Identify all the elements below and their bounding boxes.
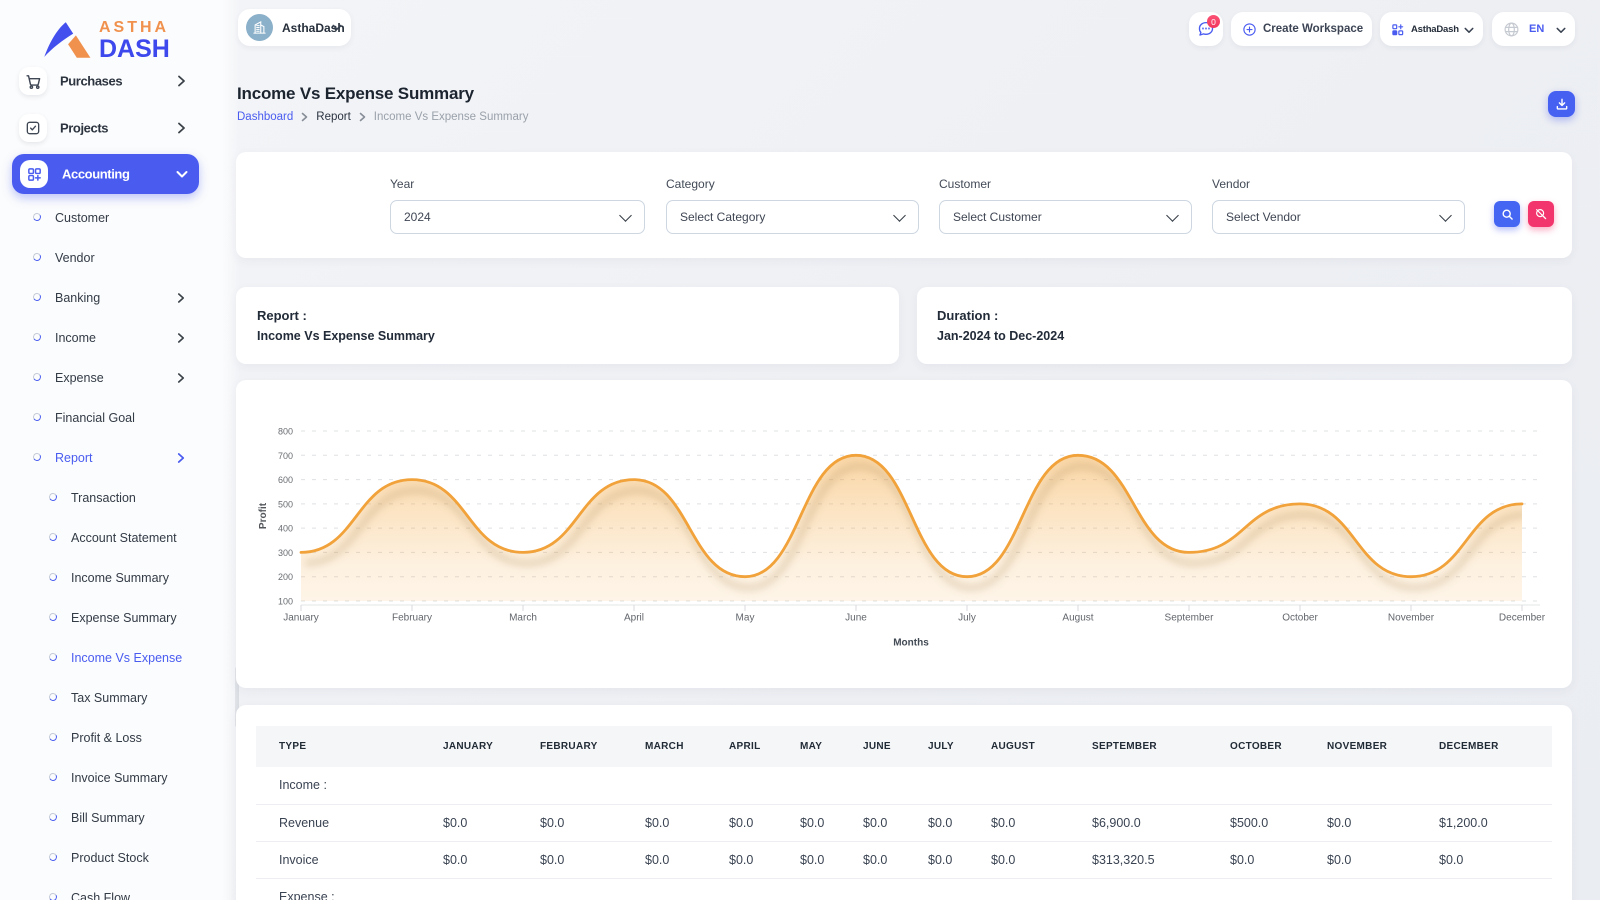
- svg-text:August: August: [1062, 613, 1093, 624]
- svg-text:October: October: [1282, 613, 1318, 624]
- svg-text:January: January: [283, 613, 319, 624]
- svg-text:July: July: [958, 613, 976, 624]
- svg-text:June: June: [845, 613, 867, 624]
- svg-text:700: 700: [278, 451, 293, 461]
- svg-text:800: 800: [278, 427, 293, 437]
- svg-text:May: May: [736, 613, 755, 624]
- svg-text:Months: Months: [893, 638, 929, 649]
- svg-text:400: 400: [278, 524, 293, 534]
- svg-text:April: April: [624, 613, 644, 624]
- svg-text:March: March: [509, 613, 537, 624]
- svg-text:Profit: Profit: [258, 502, 269, 529]
- svg-text:February: February: [392, 613, 432, 624]
- svg-text:December: December: [1499, 613, 1546, 624]
- svg-text:500: 500: [278, 499, 293, 509]
- svg-text:200: 200: [278, 572, 293, 582]
- svg-text:September: September: [1165, 613, 1215, 624]
- svg-text:600: 600: [278, 475, 293, 485]
- svg-text:300: 300: [278, 548, 293, 558]
- svg-text:100: 100: [278, 597, 293, 607]
- svg-text:November: November: [1388, 613, 1435, 624]
